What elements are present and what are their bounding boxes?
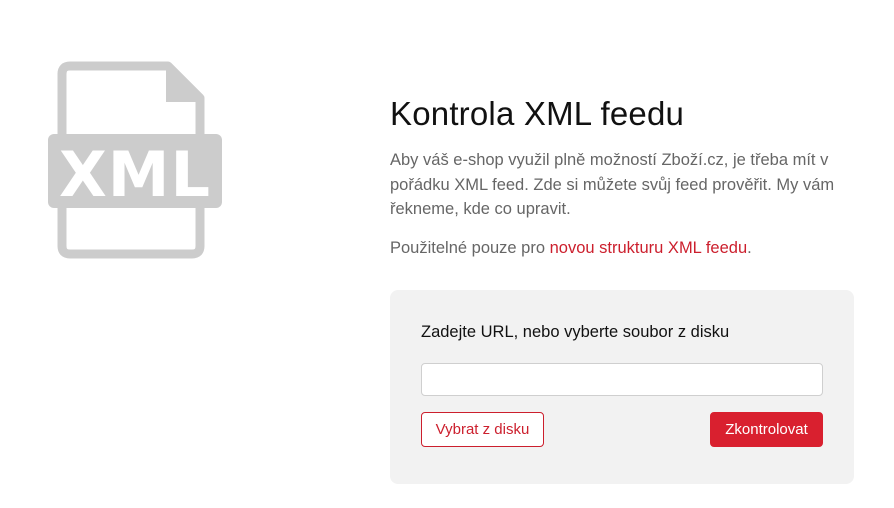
usage-note: Použitelné pouze pro novou strukturu XML… [390,236,854,260]
page: XML Kontrola XML feedu Aby váš e-shop vy… [0,0,894,508]
check-feed-button[interactable]: Zkontrolovat [710,412,823,447]
intro-section: Kontrola XML feedu Aby váš e-shop využil… [390,92,854,260]
xml-structure-link[interactable]: novou strukturu XML feedu [550,239,748,257]
usage-note-prefix: Použitelné pouze pro [390,238,550,257]
usage-note-suffix: . [747,238,752,257]
intro-text: Aby váš e-shop využil plně možností Zbož… [390,151,835,218]
page-title: Kontrola XML feedu [390,95,685,132]
xml-icon-text: XML [59,138,211,211]
feed-check-panel: Zadejte URL, nebo vyberte soubor z disku… [390,290,854,484]
xml-file-icon: XML [48,61,222,259]
choose-file-button[interactable]: Vybrat z disku [421,412,544,447]
feed-url-input[interactable] [421,363,823,396]
url-field-label: Zadejte URL, nebo vyberte soubor z disku [421,323,730,341]
